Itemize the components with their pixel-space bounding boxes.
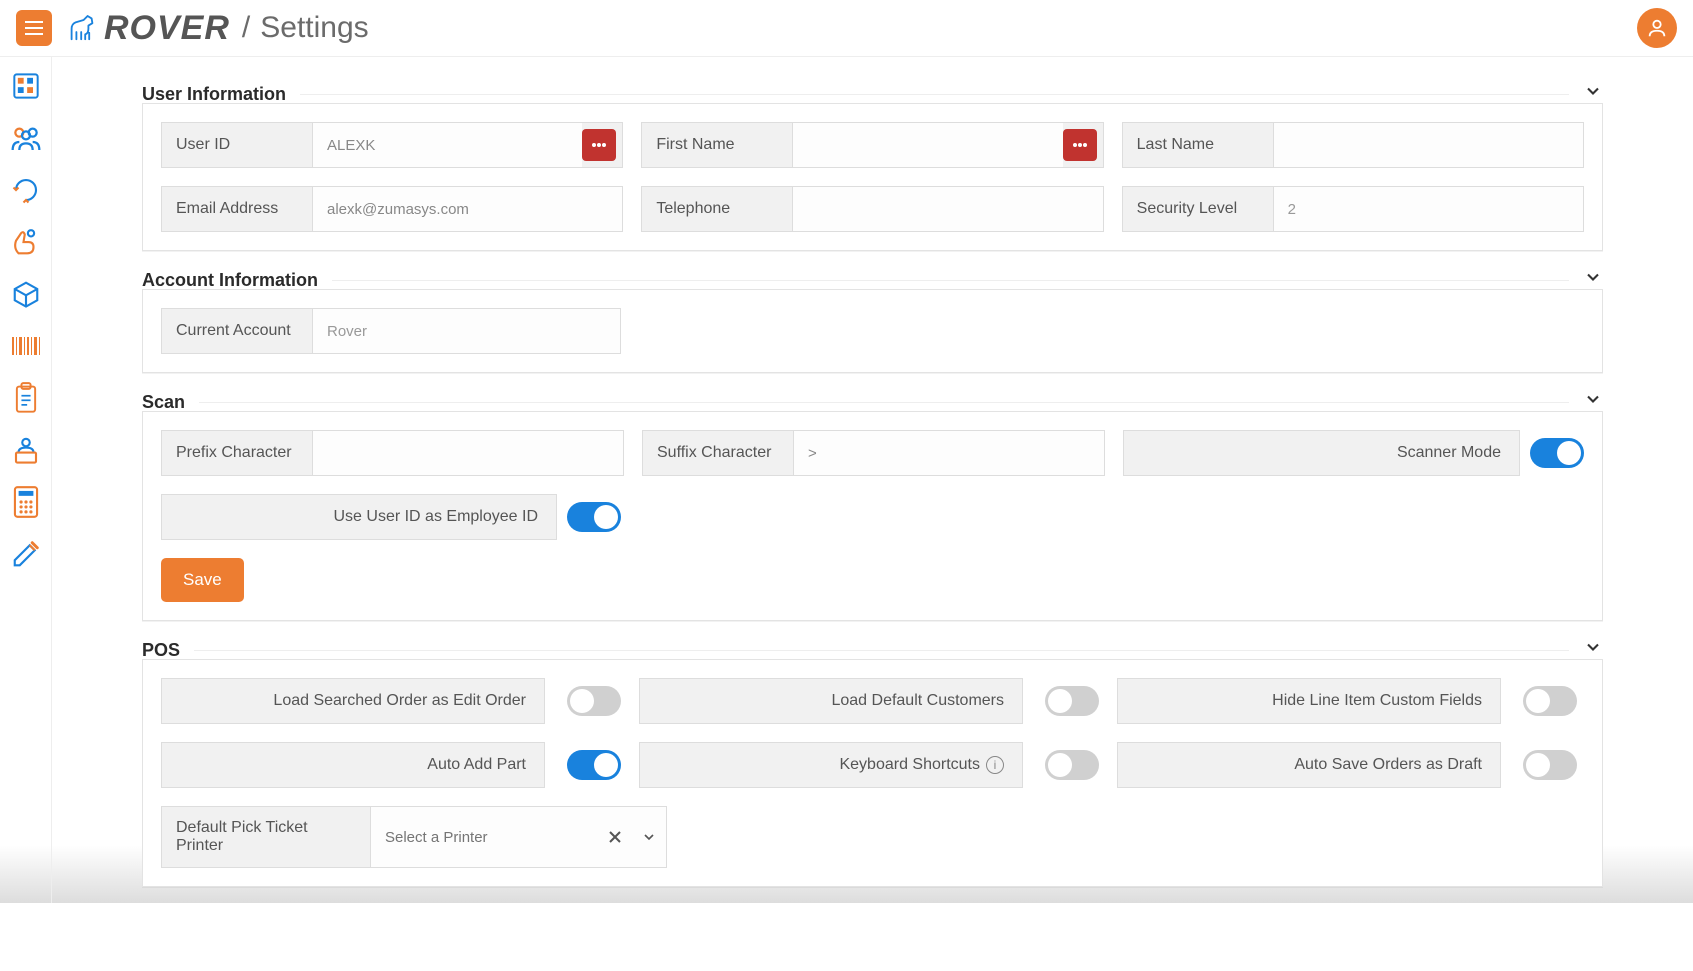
collapse-toggle[interactable] [1583,637,1603,663]
first-name-label: First Name [642,123,792,167]
box-icon[interactable] [9,277,43,311]
calc-icon[interactable] [9,485,43,519]
keyboard-shortcuts-toggle[interactable] [1045,750,1099,780]
section-user-info: User Information User ID Fir [142,81,1603,251]
app-header: ROVER / Settings [0,0,1693,57]
section-scan: Scan Prefix Character Suffix Character [142,389,1603,621]
auto-add-part-label: Auto Add Part [162,743,544,787]
chevron-down-icon [1583,267,1603,287]
rover-dog-icon [66,12,98,44]
load-searched-label: Load Searched Order as Edit Order [162,679,544,723]
pencil-icon[interactable] [9,537,43,571]
sidebar [0,57,52,903]
last-name-input[interactable] [1273,123,1583,167]
section-title: Scan [142,392,185,413]
menu-button[interactable] [16,10,52,46]
info-icon[interactable]: i [986,756,1004,774]
section-title: Account Information [142,270,318,291]
refresh-icon[interactable] [9,173,43,207]
section-account-info: Account Information Current Account [142,267,1603,373]
telephone-label: Telephone [642,187,792,231]
user-id-lookup-button[interactable] [582,129,616,161]
default-printer-input[interactable] [371,817,598,858]
default-printer-select[interactable] [370,806,667,868]
ops-icon[interactable] [9,433,43,467]
chevron-down-icon [1583,637,1603,657]
suffix-char-input[interactable] [793,431,1104,475]
telephone-input[interactable] [792,187,1102,231]
clipboard-icon[interactable] [9,381,43,415]
auto-save-draft-toggle[interactable] [1523,750,1577,780]
keyboard-shortcuts-label: Keyboard Shortcutsi [640,743,1022,787]
user-avatar-button[interactable] [1637,8,1677,48]
users-icon[interactable] [9,121,43,155]
load-default-cust-toggle[interactable] [1045,686,1099,716]
email-input[interactable] [312,187,622,231]
first-name-input[interactable] [792,123,1062,167]
close-icon [608,830,622,844]
use-user-id-label: Use User ID as Employee ID [162,495,556,539]
auto-add-part-toggle[interactable] [567,750,621,780]
default-printer-label: Default Pick Ticket Printer [162,807,370,867]
collapse-toggle[interactable] [1583,389,1603,415]
user-id-input[interactable] [312,123,582,167]
save-button[interactable]: Save [161,558,244,602]
dashboard-icon[interactable] [9,69,43,103]
printer-dropdown-caret[interactable] [632,814,666,860]
auto-save-draft-label: Auto Save Orders as Draft [1118,743,1500,787]
chevron-down-icon [1583,81,1603,101]
prefix-char-label: Prefix Character [162,431,312,475]
scanner-mode-label: Scanner Mode [1124,431,1519,475]
scanner-mode-toggle[interactable] [1530,438,1584,468]
breadcrumb-sep: / [242,11,250,45]
email-label: Email Address [162,187,312,231]
page-title: Settings [260,11,368,45]
current-account-label: Current Account [162,309,312,353]
ellipsis-icon [591,142,607,148]
first-name-lookup-button[interactable] [1063,129,1097,161]
collapse-toggle[interactable] [1583,267,1603,293]
load-default-cust-label: Load Default Customers [640,679,1022,723]
barcode-icon[interactable] [9,329,43,363]
use-user-id-toggle[interactable] [567,502,621,532]
hide-custom-toggle[interactable] [1523,686,1577,716]
section-title: POS [142,640,180,661]
collapse-toggle[interactable] [1583,81,1603,107]
current-account-input[interactable] [312,309,620,353]
hands-icon[interactable] [9,225,43,259]
section-pos: POS Load Searched Order as Edit Order Lo… [142,637,1603,887]
section-title: User Information [142,84,286,105]
prefix-char-input[interactable] [312,431,623,475]
clear-printer-button[interactable] [598,814,632,860]
person-icon [1646,17,1668,39]
app-name: ROVER [104,9,230,48]
security-level-input[interactable] [1273,187,1583,231]
suffix-char-label: Suffix Character [643,431,793,475]
security-level-label: Security Level [1123,187,1273,231]
chevron-down-icon [641,829,657,845]
chevron-down-icon [1583,389,1603,409]
ellipsis-icon [1072,142,1088,148]
user-id-label: User ID [162,123,312,167]
load-searched-toggle[interactable] [567,686,621,716]
last-name-label: Last Name [1123,123,1273,167]
hide-custom-label: Hide Line Item Custom Fields [1118,679,1500,723]
